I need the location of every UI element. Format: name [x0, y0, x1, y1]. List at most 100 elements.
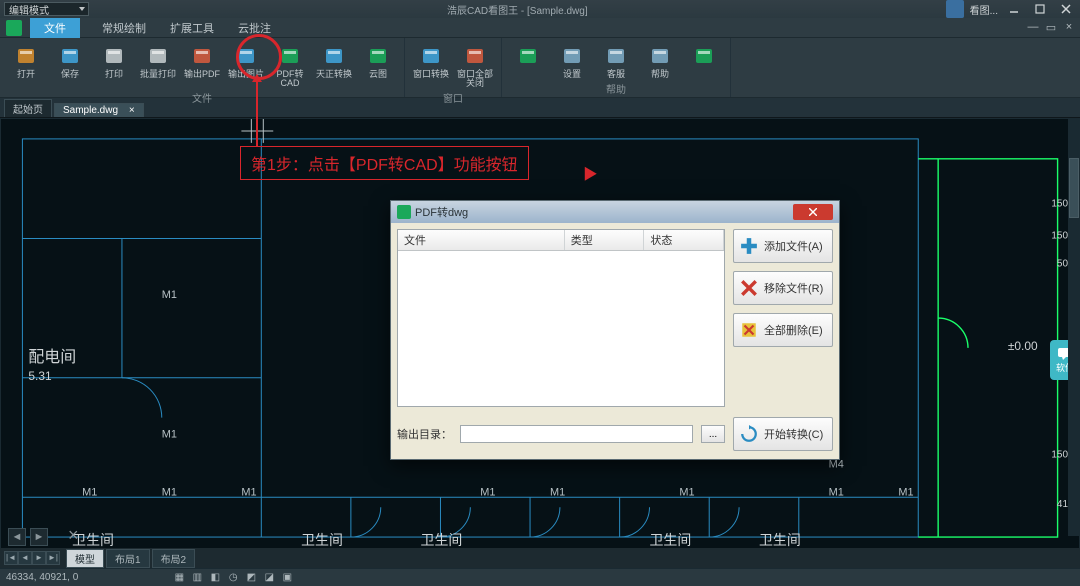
- title-bar: 编辑模式 浩辰CAD看图王 - [Sample.dwg] 看图...: [0, 0, 1080, 18]
- ribbon-save-button[interactable]: 保存: [50, 42, 90, 79]
- ribbon-settings-button[interactable]: 设置: [552, 42, 592, 79]
- app-icon: [6, 20, 22, 36]
- open-icon: [14, 44, 38, 68]
- more-icon: [692, 44, 716, 68]
- ortho-icon[interactable]: ◧: [208, 571, 222, 585]
- layout-tabs: |◄ ◄ ► ►| 模型 布局1 布局2: [0, 548, 1080, 568]
- col-status[interactable]: 状态: [644, 230, 724, 250]
- track-icon[interactable]: ◪: [262, 571, 276, 585]
- menu-tools[interactable]: 扩展工具: [158, 20, 226, 36]
- vertical-scrollbar[interactable]: [1068, 118, 1080, 536]
- help-icon: [648, 44, 672, 68]
- tianzheng-icon: [322, 44, 346, 68]
- browse-button[interactable]: ...: [701, 425, 725, 443]
- app-title: 浩辰CAD看图王 - [Sample.dwg]: [89, 2, 946, 17]
- tab-nav-last[interactable]: ►|: [46, 551, 60, 565]
- panel-close-icon[interactable]: ×: [68, 525, 79, 546]
- tab-nav-prev[interactable]: ◄: [18, 551, 32, 565]
- refresh-icon: [740, 425, 758, 443]
- ribbon: 打开保存打印批量打印输出PDF输出图片PDF转CAD天正转换云图文件窗口转换窗口…: [0, 38, 1080, 98]
- ribbon-pause-button[interactable]: [508, 42, 548, 70]
- print-icon: [102, 44, 126, 68]
- ribbon-winswitch-button[interactable]: 窗口转换: [411, 42, 451, 79]
- layout-tab-model[interactable]: 模型: [66, 549, 104, 568]
- doc-minimize-button[interactable]: —: [1026, 21, 1040, 34]
- dialog-title: PDF转dwg: [415, 204, 468, 220]
- status-coords: 46334, 40921, 0: [6, 572, 78, 583]
- pause-icon: [516, 44, 540, 68]
- menu-file[interactable]: 文件: [30, 18, 80, 38]
- remove-file-button[interactable]: 移除文件(R): [733, 271, 833, 305]
- clear-all-button[interactable]: 全部删除(E): [733, 313, 833, 347]
- snap-icon[interactable]: ▦: [172, 571, 186, 585]
- add-file-button[interactable]: 添加文件(A): [733, 229, 833, 263]
- x-small-icon: [740, 321, 758, 339]
- ribbon-open-button[interactable]: 打开: [6, 42, 46, 79]
- svg-text:M1: M1: [162, 429, 177, 441]
- start-convert-button[interactable]: 开始转换(C): [733, 417, 833, 451]
- menu-bar: 文件 常规绘制 扩展工具 云批注 — ▭ ×: [0, 18, 1080, 38]
- polar-icon[interactable]: ◷: [226, 571, 240, 585]
- col-file[interactable]: 文件: [398, 230, 565, 250]
- dynamic-icon[interactable]: ▣: [280, 571, 294, 585]
- chevron-down-icon: [79, 7, 85, 11]
- ribbon-pdf2cad-button[interactable]: PDF转CAD: [270, 42, 310, 88]
- avatar[interactable]: [946, 0, 964, 18]
- exportimg-icon: [234, 44, 258, 68]
- save-icon: [58, 44, 82, 68]
- svg-text:M1: M1: [162, 486, 177, 498]
- ribbon-batchprint-button[interactable]: 批量打印: [138, 42, 178, 79]
- status-bar: 46334, 40921, 0 ▦ ▥ ◧ ◷ ◩ ◪ ▣: [0, 568, 1080, 586]
- winswitch-icon: [419, 44, 443, 68]
- file-list-table[interactable]: 文件 类型 状态: [397, 229, 725, 407]
- ribbon-group-文件: 打开保存打印批量打印输出PDF输出图片PDF转CAD天正转换云图文件: [0, 38, 405, 97]
- ribbon-cloud-button[interactable]: 云图: [358, 42, 398, 79]
- dialog-close-button[interactable]: [793, 204, 833, 220]
- user-name[interactable]: 看图...: [970, 2, 998, 17]
- close-button[interactable]: [1056, 2, 1076, 16]
- service-icon: [604, 44, 628, 68]
- svg-text:M1: M1: [550, 486, 565, 498]
- svg-text:M1: M1: [82, 486, 97, 498]
- layout-tab-1[interactable]: 布局1: [106, 549, 150, 568]
- ribbon-exportpdf-button[interactable]: 输出PDF: [182, 42, 222, 79]
- nav-left-icon[interactable]: ◄: [8, 528, 26, 546]
- svg-text:±0.00: ±0.00: [1008, 339, 1038, 353]
- closeall-icon: [463, 44, 487, 68]
- annotation-text: 第1步：点击【PDF转CAD】功能按钮: [240, 146, 529, 180]
- doc-restore-button[interactable]: ▭: [1044, 21, 1058, 34]
- nav-right-icon[interactable]: ►: [30, 528, 48, 546]
- ribbon-closeall-button[interactable]: 窗口全部关闭: [455, 42, 495, 88]
- ribbon-tianzheng-button[interactable]: 天正转换: [314, 42, 354, 79]
- menu-draw[interactable]: 常规绘制: [90, 20, 158, 36]
- svg-text:M1: M1: [162, 289, 177, 301]
- svg-text:M1: M1: [241, 486, 256, 498]
- maximize-button[interactable]: [1030, 2, 1050, 16]
- col-type[interactable]: 类型: [565, 230, 645, 250]
- ribbon-more-button[interactable]: [684, 42, 724, 70]
- svg-text:M4: M4: [829, 458, 844, 470]
- plus-icon: [740, 237, 758, 255]
- svg-text:M1: M1: [480, 486, 495, 498]
- dialog-title-bar[interactable]: PDF转dwg: [391, 201, 839, 223]
- doc-close-button[interactable]: ×: [1062, 21, 1076, 34]
- osnap-icon[interactable]: ◩: [244, 571, 258, 585]
- mode-select[interactable]: 编辑模式: [4, 2, 89, 16]
- ribbon-help-button[interactable]: 帮助: [640, 42, 680, 79]
- ribbon-print-button[interactable]: 打印: [94, 42, 134, 79]
- menu-cloud-annot[interactable]: 云批注: [226, 20, 283, 36]
- svg-text:卫生间: 卫生间: [421, 532, 463, 548]
- tab-nav-next[interactable]: ►: [32, 551, 46, 565]
- output-dir-input[interactable]: [460, 425, 693, 443]
- layout-tab-2[interactable]: 布局2: [152, 549, 196, 568]
- canvas-nav: ◄ ►: [8, 528, 48, 546]
- ribbon-service-button[interactable]: 客服: [596, 42, 636, 79]
- output-dir-label: 输出目录：: [397, 426, 452, 442]
- svg-text:5.31: 5.31: [28, 369, 52, 383]
- tab-nav-first[interactable]: |◄: [4, 551, 18, 565]
- svg-text:卫生间: 卫生间: [301, 532, 343, 548]
- svg-text:卫生间: 卫生间: [759, 532, 801, 548]
- minimize-button[interactable]: [1004, 2, 1024, 16]
- grid-icon[interactable]: ▥: [190, 571, 204, 585]
- svg-text:M1: M1: [829, 486, 844, 498]
